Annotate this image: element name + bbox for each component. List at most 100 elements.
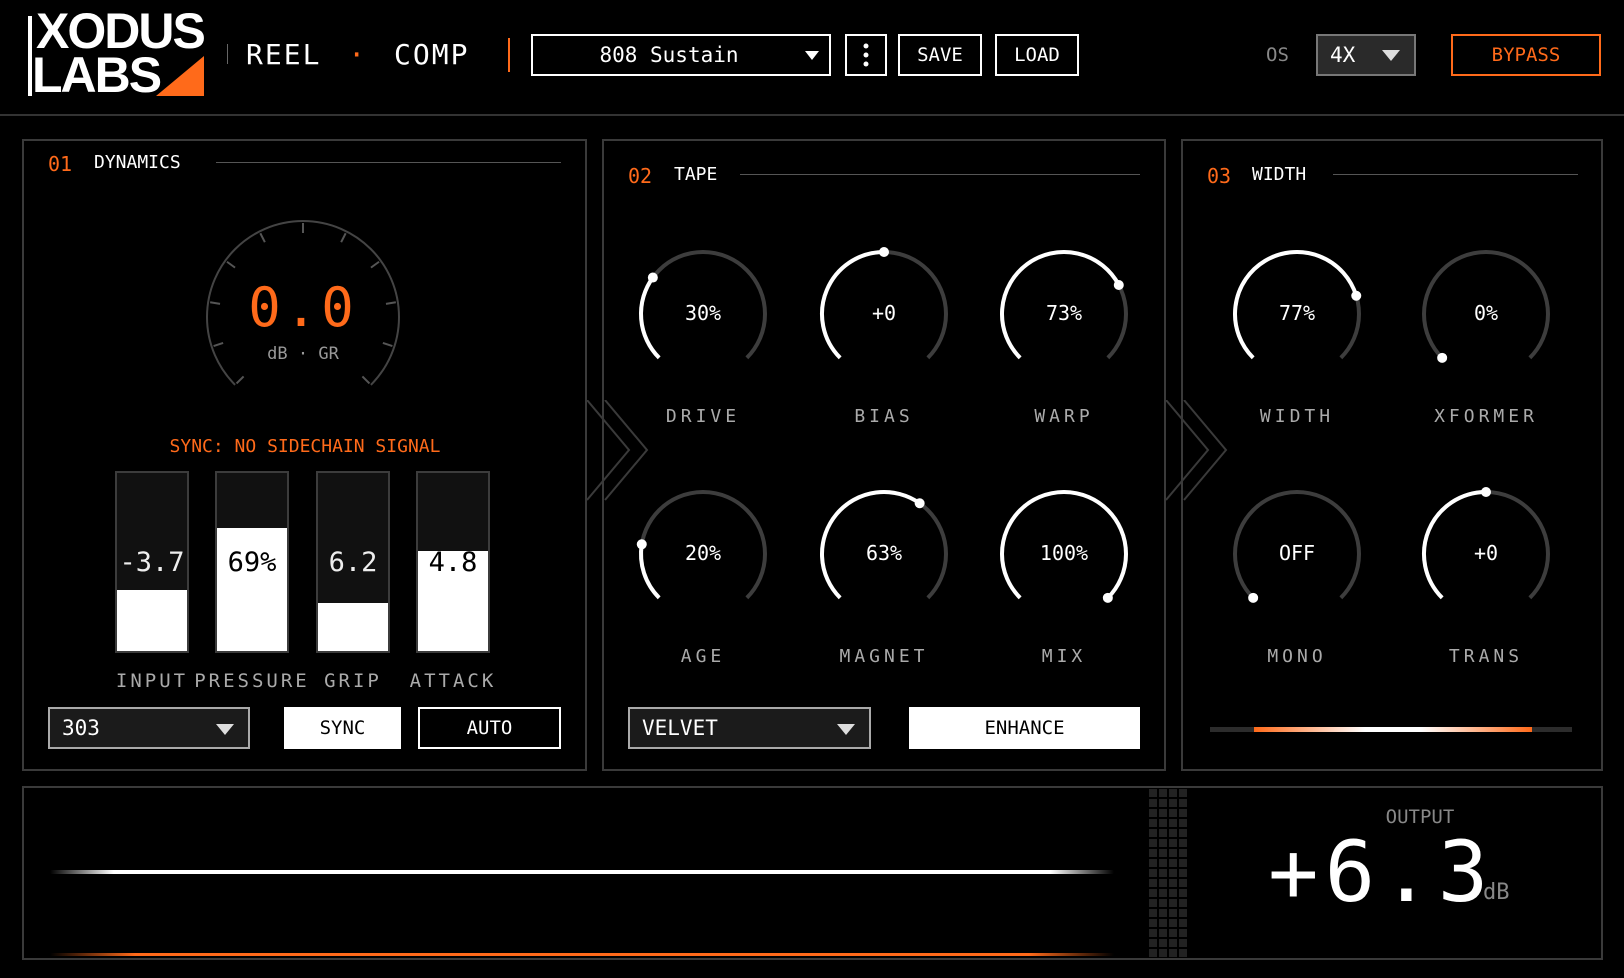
logo-line2: LABS bbox=[32, 47, 162, 103]
knob-handle[interactable] bbox=[636, 539, 647, 550]
meter-cell bbox=[1149, 809, 1157, 817]
header-accent-divider bbox=[508, 38, 510, 72]
tape-title-rule bbox=[740, 174, 1140, 175]
meter-cell bbox=[1149, 909, 1157, 917]
enhance-button[interactable]: ENHANCE bbox=[909, 707, 1140, 749]
dial-tick bbox=[226, 260, 236, 269]
waveform-line bbox=[50, 870, 1114, 874]
meter-cell bbox=[1179, 859, 1187, 867]
meter-cell bbox=[1149, 839, 1157, 847]
meter-cell bbox=[1159, 799, 1167, 807]
meter-attack[interactable]: 4.8 bbox=[416, 471, 490, 653]
meter-cell bbox=[1159, 929, 1167, 937]
meter-cell bbox=[1159, 879, 1167, 887]
knob-handle[interactable] bbox=[1102, 592, 1113, 603]
knob-handle[interactable] bbox=[914, 498, 925, 509]
meter-cell bbox=[1149, 869, 1157, 877]
meter-cell bbox=[1159, 809, 1167, 817]
meter-cell bbox=[1169, 839, 1177, 847]
chevron-down-icon bbox=[216, 724, 234, 735]
meter-cell bbox=[1169, 949, 1177, 957]
preset-menu-button[interactable] bbox=[845, 34, 887, 76]
knob-value: 63% bbox=[865, 541, 903, 565]
meter-value: 4.8 bbox=[428, 547, 478, 578]
dynamics-title-rule bbox=[216, 162, 561, 163]
knob-label: TRANS bbox=[1448, 646, 1524, 667]
header-divider bbox=[227, 44, 228, 64]
knob-value: 0% bbox=[1473, 301, 1499, 325]
meter-pressure[interactable]: 69% bbox=[215, 471, 289, 653]
meter-cell bbox=[1159, 919, 1167, 927]
knob-value: OFF bbox=[1278, 541, 1316, 565]
auto-button[interactable]: AUTO bbox=[418, 707, 561, 749]
meter-cell bbox=[1179, 799, 1187, 807]
knob-handle[interactable] bbox=[1437, 352, 1448, 363]
meter-cell bbox=[1149, 939, 1157, 947]
output-level-line bbox=[50, 953, 1114, 956]
meter-value: 69% bbox=[227, 547, 277, 578]
meter-value: -3.7 bbox=[119, 547, 185, 578]
dynamics-section-title: DYNAMICS bbox=[94, 152, 181, 173]
meter-cell bbox=[1169, 899, 1177, 907]
knob-value: 30% bbox=[684, 301, 722, 325]
knob-label: DRIVE bbox=[665, 406, 741, 427]
sync-button[interactable]: SYNC bbox=[284, 707, 401, 749]
meter-input[interactable]: -3.7 bbox=[115, 471, 189, 653]
bypass-button[interactable]: BYPASS bbox=[1451, 34, 1601, 76]
meter-cell bbox=[1149, 889, 1157, 897]
dial-tick bbox=[340, 232, 347, 243]
width-title-rule bbox=[1333, 174, 1578, 175]
meter-cell bbox=[1179, 889, 1187, 897]
meter-cell bbox=[1179, 919, 1187, 927]
meter-cell bbox=[1149, 879, 1157, 887]
oversampling-select[interactable]: 4X bbox=[1316, 34, 1416, 76]
knob-handle[interactable] bbox=[1113, 279, 1124, 290]
meter-cell bbox=[1179, 949, 1187, 957]
load-button[interactable]: LOAD bbox=[995, 34, 1079, 76]
meter-cell bbox=[1169, 819, 1177, 827]
meter-cell bbox=[1169, 869, 1177, 877]
dynamics-section-number: 01 bbox=[48, 152, 73, 176]
meter-cell bbox=[1169, 879, 1177, 887]
meter-grip[interactable]: 6.2 bbox=[316, 471, 390, 653]
tape-section-number: 02 bbox=[628, 164, 653, 188]
meter-cell bbox=[1169, 789, 1177, 797]
output-unit: dB bbox=[1483, 880, 1510, 905]
meter-cell bbox=[1179, 929, 1187, 937]
tape-character-select[interactable]: VELVET bbox=[628, 707, 871, 749]
meter-cell bbox=[1149, 829, 1157, 837]
os-label: OS bbox=[1266, 44, 1289, 66]
header-separator bbox=[0, 114, 1624, 116]
chevron-down-icon bbox=[837, 724, 855, 735]
knob-handle[interactable] bbox=[647, 272, 658, 283]
knob-handle[interactable] bbox=[1248, 592, 1259, 603]
gain-reduction-unit: dB · GR bbox=[267, 344, 339, 364]
dynamics-mode-select[interactable]: 303 bbox=[48, 707, 250, 749]
meter-cell bbox=[1149, 929, 1157, 937]
meter-cell bbox=[1169, 909, 1177, 917]
knob-value: 77% bbox=[1278, 301, 1316, 325]
knob-handle[interactable] bbox=[879, 247, 889, 257]
save-button[interactable]: SAVE bbox=[898, 34, 982, 76]
product-name: REEL · COMP bbox=[246, 38, 469, 71]
meter-cell bbox=[1149, 849, 1157, 857]
meter-cell bbox=[1179, 789, 1187, 797]
knob-handle[interactable] bbox=[1481, 487, 1491, 497]
dial-tick bbox=[235, 375, 245, 385]
meter-cell bbox=[1179, 849, 1187, 857]
knob-handle[interactable] bbox=[1351, 290, 1362, 301]
meter-cell bbox=[1159, 869, 1167, 877]
meter-cell bbox=[1159, 789, 1167, 797]
meter-cell bbox=[1149, 819, 1157, 827]
meter-cell bbox=[1149, 899, 1157, 907]
meter-cell bbox=[1159, 829, 1167, 837]
knob-value: 73% bbox=[1045, 301, 1083, 325]
meter-cell bbox=[1179, 819, 1187, 827]
knob-value: +0 bbox=[1473, 541, 1499, 565]
preset-select[interactable]: 808 Sustain bbox=[531, 34, 831, 76]
meter-cell bbox=[1179, 879, 1187, 887]
meter-cell bbox=[1179, 899, 1187, 907]
dial-tick bbox=[259, 232, 266, 243]
output-meter-grid bbox=[1149, 789, 1187, 957]
preset-name: 808 Sustain bbox=[599, 43, 739, 67]
